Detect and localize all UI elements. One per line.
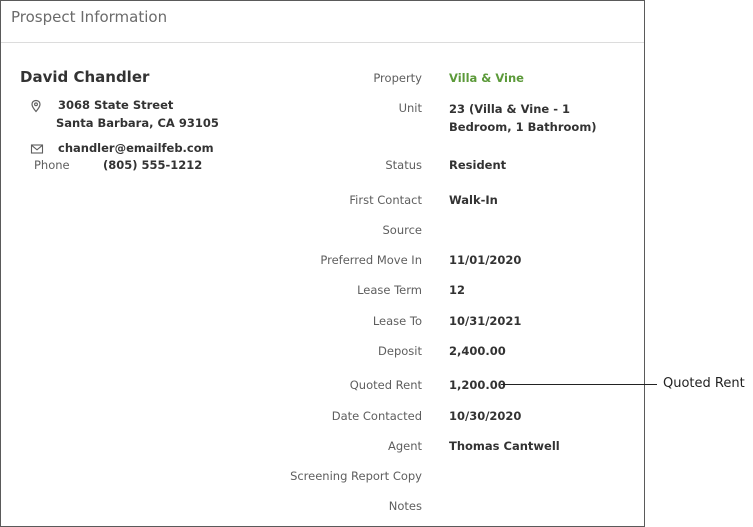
prospect-information-panel: Prospect Information David Chandler 3068… bbox=[0, 0, 645, 527]
panel-header: Prospect Information bbox=[1, 1, 644, 43]
property-label: Property bbox=[373, 71, 422, 85]
property-link[interactable]: Villa & Vine bbox=[449, 71, 524, 85]
notes-label: Notes bbox=[388, 499, 422, 513]
source-label: Source bbox=[382, 223, 423, 237]
email-link[interactable]: chandler@emailfeb.com bbox=[58, 141, 214, 155]
unit-value: 23 (Villa & Vine - 1 Bedroom, 1 Bathroom… bbox=[449, 102, 597, 134]
map-pin-icon bbox=[29, 98, 43, 113]
status-value: Resident bbox=[449, 158, 507, 172]
date-contacted-value: 10/30/2020 bbox=[449, 409, 522, 423]
quoted-rent-value: 1,200.00 bbox=[449, 378, 506, 392]
agent-value: Thomas Cantwell bbox=[449, 439, 560, 453]
callout-label: Quoted Rent bbox=[663, 376, 745, 391]
panel-title: Prospect Information bbox=[11, 8, 168, 26]
lease-term-value: 12 bbox=[449, 283, 466, 297]
lease-to-value: 10/31/2021 bbox=[449, 314, 522, 328]
deposit-label: Deposit bbox=[378, 344, 422, 358]
phone-value[interactable]: (805) 555-1212 bbox=[103, 158, 202, 172]
lease-term-label: Lease Term bbox=[357, 283, 422, 297]
address-line-1: 3068 State Street bbox=[58, 98, 174, 112]
first-contact-label: First Contact bbox=[349, 193, 422, 207]
address-line-2: Santa Barbara, CA 93105 bbox=[56, 116, 219, 130]
lease-to-label: Lease To bbox=[372, 314, 422, 328]
envelope-icon bbox=[30, 141, 44, 155]
status-label: Status bbox=[385, 158, 422, 172]
quoted-rent-label: Quoted Rent bbox=[349, 378, 422, 392]
preferred-move-in-label: Preferred Move In bbox=[320, 253, 422, 267]
screening-report-label: Screening Report Copy bbox=[290, 469, 422, 483]
agent-label: Agent bbox=[387, 439, 422, 453]
prospect-name: David Chandler bbox=[20, 68, 150, 86]
deposit-value: 2,400.00 bbox=[449, 344, 506, 358]
date-contacted-label: Date Contacted bbox=[331, 409, 422, 423]
first-contact-value: Walk-In bbox=[449, 193, 498, 207]
preferred-move-in-value: 11/01/2020 bbox=[449, 253, 522, 267]
callout-leader-line bbox=[501, 384, 657, 385]
phone-label: Phone bbox=[34, 158, 70, 172]
unit-label: Unit bbox=[398, 101, 422, 115]
